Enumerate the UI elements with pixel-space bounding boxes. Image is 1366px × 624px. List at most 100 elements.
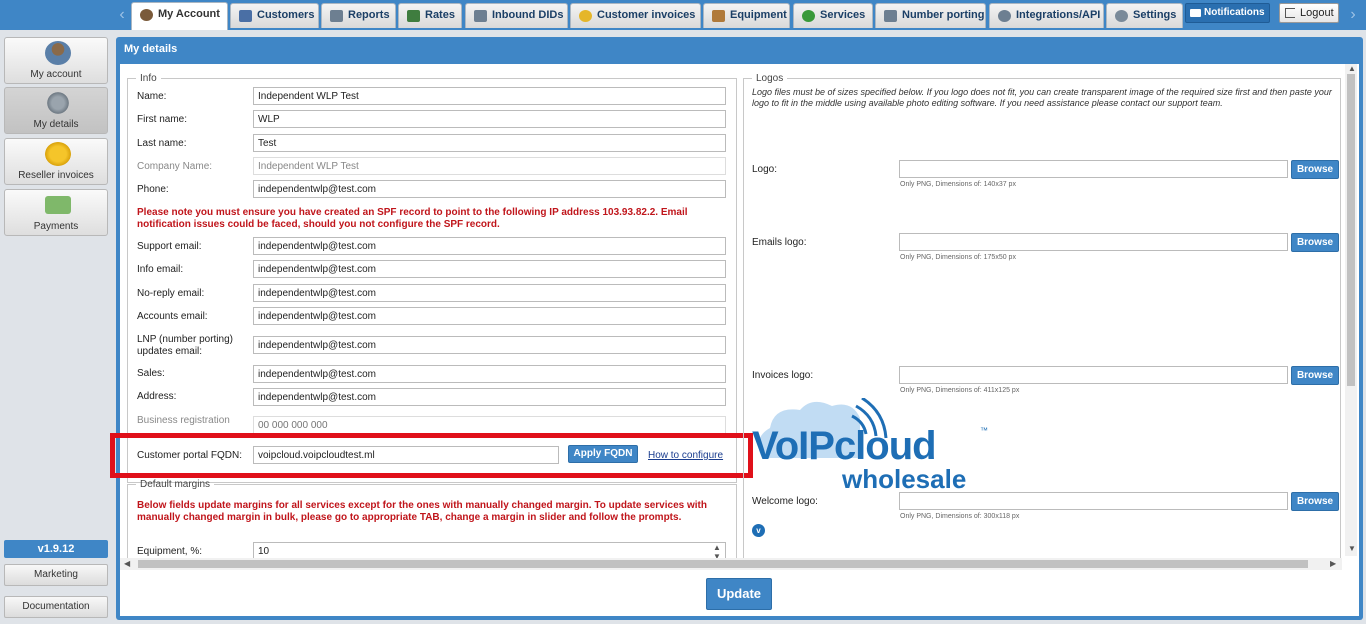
vertical-scrollbar[interactable]: ▲ ▼ <box>1345 64 1357 556</box>
no-reply-email-input[interactable] <box>253 284 726 302</box>
tab-reports[interactable]: Reports <box>321 3 396 28</box>
settings-icon <box>1115 10 1128 22</box>
tab-number-porting[interactable]: Number porting <box>875 3 986 28</box>
emails-logo-label: Emails logo: <box>752 237 807 248</box>
panel-title: My details <box>124 43 178 55</box>
tab-label: Rates <box>425 9 455 21</box>
scroll-right-icon[interactable]: ▶ <box>1330 559 1336 568</box>
services-icon <box>802 10 815 22</box>
emails-logo-hint: Only PNG, Dimensions of: 175x50 px <box>900 254 1016 261</box>
address-label: Address: <box>137 391 177 402</box>
user-avatar-icon <box>45 41 71 65</box>
tab-label: Number porting <box>902 9 985 21</box>
business-registration-label: Business registration <box>137 415 230 426</box>
tab-settings[interactable]: Settings <box>1106 3 1183 28</box>
invoices-logo-file-input[interactable] <box>899 366 1288 384</box>
scroll-down-icon[interactable]: ▼ <box>1348 544 1356 553</box>
logo-label: Logo: <box>752 164 778 175</box>
logo-browse-button[interactable]: Browse <box>1291 160 1339 179</box>
emails-logo-browse-button[interactable]: Browse <box>1291 233 1339 252</box>
sales-input[interactable] <box>253 365 726 383</box>
sidebar-item-reseller-invoices[interactable]: Reseller invoices <box>4 138 108 185</box>
equipment-icon <box>712 10 725 22</box>
logout-label: Logout <box>1300 7 1334 19</box>
lnp-email-label: LNP (number porting) updates email: <box>137 334 233 357</box>
info-email-input[interactable] <box>253 260 726 278</box>
equipment-margin-label: Equipment, %: <box>137 546 203 557</box>
business-registration-input[interactable] <box>253 416 726 434</box>
documentation-button[interactable]: Documentation <box>4 596 108 618</box>
sidebar-item-my-details[interactable]: My details <box>4 87 108 134</box>
nav-right-arrow-icon[interactable]: › <box>1346 0 1360 30</box>
sales-label: Sales: <box>137 368 165 379</box>
notifications-button[interactable]: Notifications <box>1185 3 1270 23</box>
first-name-label: First name: <box>137 114 188 125</box>
welcome-logo-label: Welcome logo: <box>752 496 818 507</box>
margins-warning: Below fields update margins for all serv… <box>137 500 707 523</box>
name-label: Name: <box>137 91 167 102</box>
emails-logo-file-input[interactable] <box>899 233 1288 251</box>
logout-icon <box>1285 8 1295 18</box>
tab-label: My Account <box>158 8 220 20</box>
tab-customer-invoices[interactable]: Customer invoices <box>570 3 701 28</box>
tab-label: Inbound DIDs <box>492 9 564 21</box>
nav-left-arrow-icon[interactable]: ‹ <box>115 0 129 30</box>
tab-label: Customer invoices <box>597 9 696 21</box>
info-legend: Info <box>140 73 157 84</box>
tab-integrations-api[interactable]: Integrations/API <box>989 3 1104 28</box>
margins-legend: Default margins <box>140 479 211 490</box>
logo-hint: Only PNG, Dimensions of: 140x37 px <box>900 181 1016 188</box>
customers-icon <box>239 10 252 22</box>
address-input[interactable] <box>253 388 726 406</box>
reports-icon <box>330 10 343 22</box>
logout-button[interactable]: Logout <box>1279 3 1339 23</box>
name-input[interactable] <box>253 87 726 105</box>
logo-file-input[interactable] <box>899 160 1288 178</box>
payment-add-icon <box>45 196 71 214</box>
tab-customers[interactable]: Customers <box>230 3 319 28</box>
brand-main-text: VoIPcloud <box>752 424 937 468</box>
invoices-logo-browse-button[interactable]: Browse <box>1291 366 1339 385</box>
marketing-button[interactable]: Marketing <box>4 564 108 586</box>
scroll-left-icon[interactable]: ◀ <box>124 559 130 568</box>
sidebar-item-label: My details <box>33 119 79 130</box>
first-name-input[interactable] <box>253 110 726 128</box>
accounts-email-input[interactable] <box>253 307 726 325</box>
horizontal-scrollbar[interactable]: ◀ ▶ <box>120 558 1342 570</box>
tab-label: Integrations/API <box>1016 9 1101 21</box>
tab-my-account[interactable]: My Account <box>131 2 228 30</box>
phone-input[interactable] <box>253 180 726 198</box>
sidebar-item-label: Reseller invoices <box>18 170 94 181</box>
sidebar-item-payments[interactable]: Payments <box>4 189 108 236</box>
info-email-label: Info email: <box>137 264 184 275</box>
coins-icon <box>45 142 71 166</box>
sidebar-item-label: My account <box>30 69 82 80</box>
tab-label: Services <box>820 9 866 21</box>
expand-more-icon[interactable]: v <box>752 524 765 537</box>
logos-legend: Logos <box>756 73 784 84</box>
tab-equipment[interactable]: Equipment <box>703 3 790 28</box>
welcome-logo-browse-button[interactable]: Browse <box>1291 492 1339 511</box>
rates-icon <box>407 10 420 22</box>
tab-rates[interactable]: Rates <box>398 3 462 28</box>
phone-label: Phone: <box>137 184 169 195</box>
welcome-logo-file-input[interactable] <box>899 492 1288 510</box>
tab-services[interactable]: Services <box>793 3 873 28</box>
highlight-box <box>110 433 753 478</box>
invoices-logo-hint: Only PNG, Dimensions of: 411x125 px <box>900 387 1020 394</box>
horizontal-scroll-thumb[interactable] <box>138 560 1308 568</box>
spf-warning: Please note you must ensure you have cre… <box>137 207 688 230</box>
vertical-scroll-thumb[interactable] <box>1347 74 1355 386</box>
sidebar-item-label: Payments <box>33 221 79 232</box>
porting-icon <box>884 10 897 22</box>
tab-inbound-dids[interactable]: Inbound DIDs <box>465 3 568 28</box>
integrations-icon <box>998 10 1011 22</box>
brand-sub-text: wholesale <box>842 464 967 494</box>
last-name-input[interactable] <box>253 134 726 152</box>
scroll-up-icon[interactable]: ▲ <box>1348 64 1356 73</box>
lnp-email-input[interactable] <box>253 336 726 354</box>
support-email-input[interactable] <box>253 237 726 255</box>
inbound-icon <box>474 10 487 22</box>
update-button[interactable]: Update <box>706 578 772 610</box>
sidebar-item-my-account[interactable]: My account <box>4 37 108 84</box>
